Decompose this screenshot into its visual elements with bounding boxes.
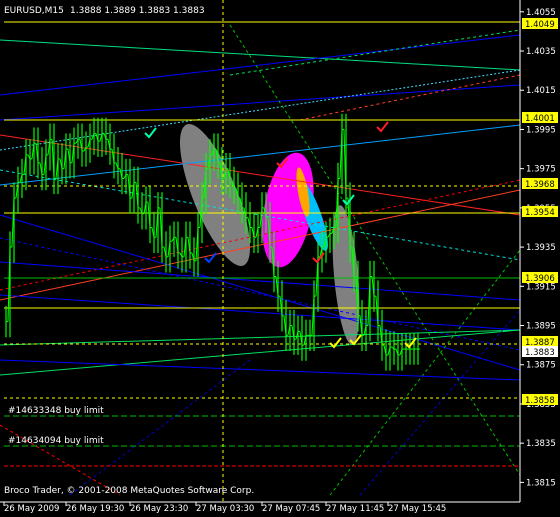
y-tick-label: 1.4035	[526, 47, 556, 57]
order-label-1[interactable]: #14633348 buy limit	[8, 406, 104, 416]
y-tick-label: 1.4055	[526, 8, 556, 18]
y-tick-label: 1.3835	[526, 439, 556, 449]
y-tick-label: 1.3875	[526, 361, 556, 371]
x-tick-label: 26 May 2009	[4, 504, 59, 513]
order-label-2[interactable]: #14634094 buy limit	[8, 436, 104, 446]
symbol-label: EURUSD,M15	[4, 6, 64, 16]
y-tick-label: 1.3975	[526, 165, 556, 175]
x-tick-label: 27 May 15:45	[388, 504, 446, 513]
price-level-badge-label: 1.4049	[525, 20, 555, 30]
x-tick-label: 27 May 03:30	[196, 504, 254, 513]
y-tick-label: 1.3935	[526, 243, 556, 253]
y-tick-label: 1.3995	[526, 125, 556, 135]
copyright-text: Broco Trader, © 2001-2008 MetaQuotes Sof…	[4, 486, 254, 496]
y-tick-label: 1.3815	[526, 478, 556, 488]
y-tick-label: 1.3895	[526, 322, 556, 332]
price-level-badge-label: 1.4001	[525, 114, 555, 124]
price-level-badge-label: 1.3968	[525, 180, 555, 190]
price-level-badge-label: 1.3883	[525, 348, 555, 358]
price-chart[interactable]: 1.40551.40351.40151.39951.39751.39551.39…	[0, 0, 560, 514]
x-tick-label: 27 May 11:45	[326, 504, 384, 513]
price-level-badge-label: 1.3906	[525, 274, 555, 284]
x-tick-label: 26 May 23:30	[130, 504, 188, 513]
y-tick-label: 1.4015	[526, 86, 556, 96]
chart-window[interactable]: 1.40551.40351.40151.39951.39751.39551.39…	[0, 0, 560, 514]
price-level-badge-label: 1.3954	[525, 208, 555, 218]
quote-label: 1.3888 1.3889 1.3883 1.3883	[70, 6, 205, 16]
x-tick-label: 27 May 07:45	[262, 504, 320, 513]
x-tick-label: 26 May 19:30	[66, 504, 124, 513]
price-level-badge-label: 1.3858	[525, 396, 555, 406]
